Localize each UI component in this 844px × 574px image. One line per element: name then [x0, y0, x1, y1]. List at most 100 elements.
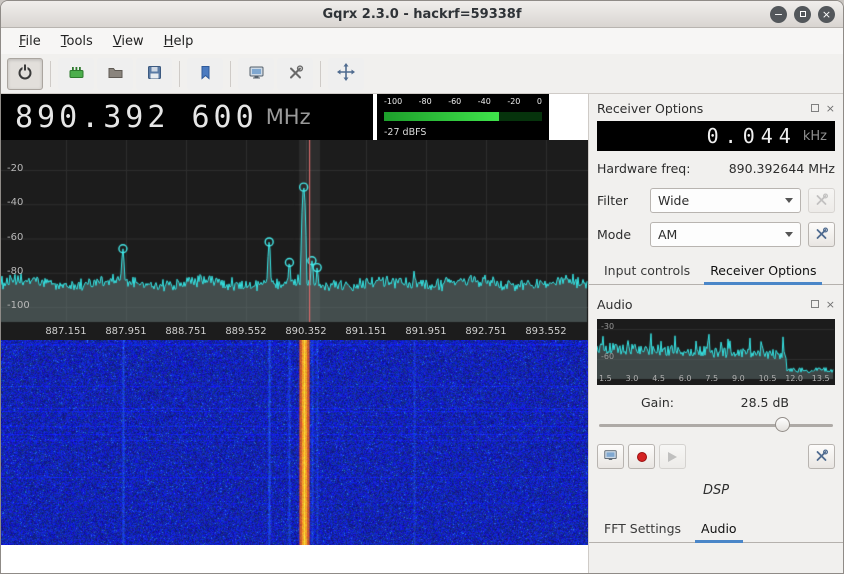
filter-label: Filter: [597, 193, 628, 208]
toolbar-separator: [320, 60, 321, 87]
audio-spectrum-plot: -30 -60 1.5 3.0 4.5 6.0 7.5 9.0 10.5 12.0 13.5: [597, 319, 835, 385]
menu-help[interactable]: Help: [154, 30, 204, 53]
dock-controls: ×: [810, 103, 835, 114]
meter-bar: [384, 111, 542, 121]
signal-meter: -100 -80 -60 -40 -20 0 -27 dBFS: [377, 94, 549, 140]
hardware-freq-value: 890.392644 MHz: [728, 161, 835, 176]
io-devices-button[interactable]: [58, 57, 94, 90]
audio-buttons: [597, 444, 835, 469]
dsp-label: DSP: [702, 483, 730, 498]
spectrum-plot[interactable]: -20 -40 -60 -80 -100 887.151 887.951 888.751 88…: [1, 140, 588, 340]
wrench-icon: [815, 449, 829, 465]
bookmarks-button[interactable]: [187, 57, 223, 90]
offset-value[interactable]: 0.044: [707, 124, 797, 148]
menu-file[interactable]: File: [9, 30, 51, 53]
gain-value: 28.5 dB: [740, 395, 789, 410]
bookmarks-icon: [197, 64, 214, 84]
filter-select[interactable]: Wide: [650, 188, 801, 213]
gqrx-window: Gqrx 2.3.0 - hackrf=59338f − × File Tool…: [0, 0, 844, 574]
toolbar-separator: [230, 60, 231, 87]
chevron-down-icon: [785, 198, 793, 203]
power-icon: [16, 63, 34, 84]
mode-select[interactable]: AM: [650, 222, 801, 247]
audio-x-tick: 12.0: [785, 374, 803, 383]
remote-control-icon: [248, 64, 265, 84]
dock-controls: ×: [810, 299, 835, 310]
mode-value: AM: [658, 227, 678, 242]
fullscreen-icon: [337, 63, 355, 84]
menu-tools[interactable]: Tools: [51, 30, 103, 53]
float-panel-icon[interactable]: [810, 104, 819, 112]
audio-record-button[interactable]: [628, 444, 655, 469]
title-bar[interactable]: Gqrx 2.3.0 - hackrf=59338f − ×: [1, 1, 843, 28]
save-floppy-icon: [146, 64, 163, 84]
bottom-tabbar: FFT Settings Audio: [589, 516, 843, 543]
audio-x-tick: 13.5: [811, 374, 830, 383]
gain-slider-handle[interactable]: [774, 417, 790, 432]
audio-x-tick: 3.0: [625, 374, 639, 383]
fullscreen-button[interactable]: [328, 57, 364, 90]
offset-unit: kHz: [802, 128, 827, 144]
frequency-row: 890.392 600 MHz -100 -80 -60 -40 -20 0 -27 dB…: [1, 94, 588, 140]
close-panel-icon[interactable]: ×: [826, 103, 835, 114]
audio-stream-button[interactable]: [597, 444, 624, 469]
waterfall-canvas[interactable]: [1, 340, 588, 545]
receiver-options-header: Receiver Options ×: [597, 98, 835, 118]
meter-value: -27 dBFS: [384, 126, 427, 138]
receiver-panel: Receiver Options × 0.044 kHz Hardware fr…: [588, 94, 843, 573]
close-button[interactable]: ×: [818, 5, 835, 23]
tab-input-controls[interactable]: Input controls: [595, 258, 699, 285]
open-folder-icon: [107, 64, 124, 84]
gain-label: Gain:: [641, 395, 674, 410]
float-panel-icon[interactable]: [810, 300, 819, 308]
audio-y-tick: -30: [601, 322, 615, 331]
hardware-freq-label: Hardware freq:: [597, 161, 691, 176]
tab-receiver-options[interactable]: Receiver Options: [701, 258, 825, 285]
open-button[interactable]: [97, 57, 133, 90]
meter-bar-fill: [384, 111, 500, 121]
play-icon: [668, 451, 677, 462]
waterfall[interactable]: [1, 340, 588, 545]
frequency-display[interactable]: 890.392 600 MHz: [1, 94, 373, 140]
audio-options-button[interactable]: [808, 444, 835, 469]
audio-x-tick: 10.5: [758, 374, 777, 383]
io-devices-icon: [68, 64, 85, 84]
minimize-icon: −: [773, 7, 784, 21]
tab-audio[interactable]: Audio: [692, 516, 746, 543]
tab-fft-settings[interactable]: FFT Settings: [595, 516, 690, 543]
gain-slider-groove[interactable]: [599, 424, 833, 427]
minimize-button[interactable]: −: [770, 5, 787, 23]
meter-tick: 0: [536, 97, 542, 106]
left-column: 890.392 600 MHz -100 -80 -60 -40 -20 0 -27 dB…: [1, 94, 588, 573]
toolbar-separator: [50, 60, 51, 87]
filter-offset-display[interactable]: 0.044 kHz: [597, 121, 835, 151]
close-icon: ×: [821, 7, 832, 21]
meter-ticks: -100 -80 -60 -40 -20 0: [384, 97, 542, 106]
close-panel-icon[interactable]: ×: [826, 299, 835, 310]
receiver-options-title: Receiver Options: [597, 100, 704, 116]
spectrum-canvas[interactable]: [1, 140, 588, 340]
menu-view[interactable]: View: [103, 30, 154, 53]
wrench-icon: [815, 227, 829, 243]
hardware-freq-row: Hardware freq: 890.392644 MHz: [597, 161, 835, 176]
remote-control-button[interactable]: [238, 57, 274, 90]
audio-x-tick: 6.0: [678, 374, 692, 383]
mode-options-button[interactable]: [808, 222, 835, 247]
maximize-button[interactable]: [794, 5, 811, 23]
main-content: 890.392 600 MHz -100 -80 -60 -40 -20 0 -27 dB…: [1, 94, 843, 573]
save-button[interactable]: [136, 57, 172, 90]
tools-button[interactable]: [277, 57, 313, 90]
gain-row: Gain: 28.5 dB: [597, 395, 835, 410]
power-button[interactable]: [7, 57, 43, 90]
window-title: Gqrx 2.3.0 - hackrf=59338f: [322, 6, 522, 22]
meter-tick: -60: [448, 97, 462, 106]
audio-header: Audio ×: [597, 294, 835, 314]
frequency-value[interactable]: 890.392 600: [15, 100, 258, 135]
frequency-unit: MHz: [265, 105, 311, 129]
gain-slider[interactable]: [599, 416, 833, 434]
filter-options-button: [808, 188, 835, 213]
filter-value: Wide: [658, 193, 690, 208]
wrench-icon: [815, 193, 829, 209]
audio-x-tick: 7.5: [705, 374, 719, 383]
audio-title: Audio: [597, 296, 633, 312]
